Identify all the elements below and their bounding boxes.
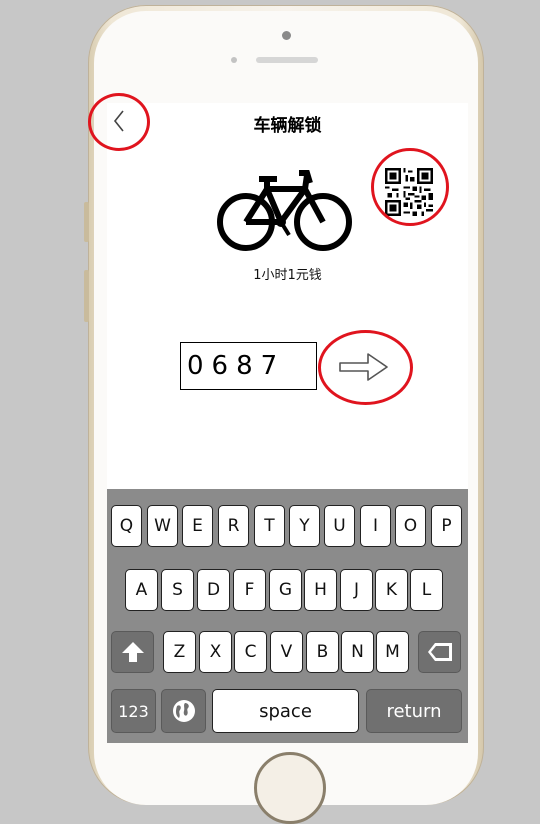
- key-p[interactable]: P: [431, 505, 462, 547]
- key-k[interactable]: K: [375, 569, 408, 611]
- key-n[interactable]: N: [341, 631, 374, 673]
- shift-arrow-icon: [121, 642, 144, 662]
- backspace-key[interactable]: [418, 631, 461, 673]
- key-j[interactable]: J: [340, 569, 373, 611]
- bicycle-icon: [217, 170, 352, 251]
- phone-side-button: [84, 270, 89, 322]
- nav-bar: 车辆解锁: [107, 103, 468, 143]
- annotation-circle-arrow: [318, 330, 413, 405]
- sensor-dot: [231, 57, 237, 63]
- key-m[interactable]: M: [376, 631, 409, 673]
- return-key[interactable]: return: [366, 689, 462, 733]
- annotation-circle-back: [88, 93, 150, 151]
- key-t[interactable]: T: [254, 505, 285, 547]
- key-z[interactable]: Z: [163, 631, 196, 673]
- key-e[interactable]: E: [182, 505, 213, 547]
- key-c[interactable]: C: [234, 631, 267, 673]
- globe-key[interactable]: [161, 689, 206, 733]
- annotation-circle-qr: [371, 148, 449, 226]
- key-v[interactable]: V: [270, 631, 303, 673]
- price-label: 1小时1元钱: [253, 268, 322, 283]
- key-g[interactable]: G: [269, 569, 302, 611]
- unlock-code-input[interactable]: 0687: [180, 342, 317, 390]
- phone-side-button: [84, 202, 89, 242]
- shift-key[interactable]: [111, 631, 154, 673]
- key-l[interactable]: L: [410, 569, 443, 611]
- key-b[interactable]: B: [306, 631, 339, 673]
- front-camera: [282, 31, 291, 40]
- key-r[interactable]: R: [218, 505, 249, 547]
- key-x[interactable]: X: [199, 631, 232, 673]
- key-y[interactable]: Y: [289, 505, 320, 547]
- key-w[interactable]: W: [147, 505, 178, 547]
- key-s[interactable]: S: [161, 569, 194, 611]
- keyboard: Q W E R T Y U I O P A S D F G H J K L Z …: [107, 489, 468, 743]
- page-title: 车辆解锁: [253, 116, 322, 136]
- key-q[interactable]: Q: [111, 505, 142, 547]
- key-d[interactable]: D: [197, 569, 230, 611]
- key-i[interactable]: I: [360, 505, 391, 547]
- key-a[interactable]: A: [125, 569, 158, 611]
- backspace-icon: [427, 643, 452, 661]
- key-u[interactable]: U: [324, 505, 355, 547]
- home-button[interactable]: [254, 752, 326, 824]
- key-f[interactable]: F: [233, 569, 266, 611]
- space-key[interactable]: space: [212, 689, 359, 733]
- key-h[interactable]: H: [304, 569, 337, 611]
- key-o[interactable]: O: [395, 505, 426, 547]
- numbers-key[interactable]: 123: [111, 689, 156, 733]
- globe-icon: [172, 700, 195, 722]
- earpiece-speaker: [256, 57, 318, 63]
